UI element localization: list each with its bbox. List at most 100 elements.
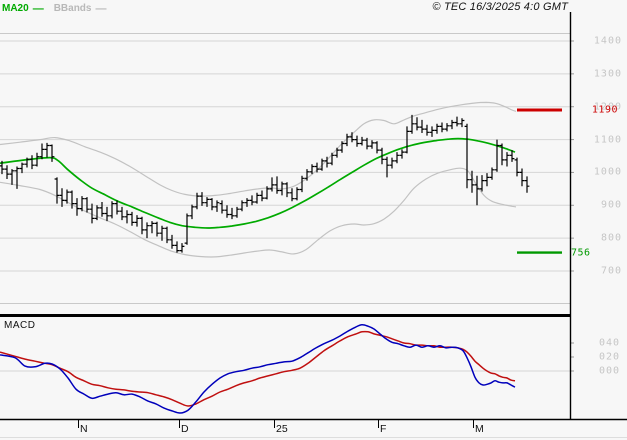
ohlc-bar — [414, 117, 420, 131]
ohlc-bar — [269, 177, 275, 192]
ohlc-bar — [124, 210, 130, 224]
ohlc-bar — [109, 201, 115, 219]
price-axis-label-900: 900 — [600, 199, 622, 211]
ohlc-bar — [484, 173, 490, 187]
ohlc-bar — [349, 132, 355, 143]
support-level-label: 756 — [571, 247, 591, 259]
ohlc-bar — [9, 169, 15, 185]
ohlc-bar — [139, 216, 145, 235]
price-axis-label-700: 700 — [600, 265, 622, 277]
macd-panel-title: MACD — [4, 320, 36, 331]
ohlc-bar — [334, 147, 340, 158]
ohlc-bar — [249, 195, 255, 206]
legend-ma20-label[interactable]: MA20 — [2, 3, 29, 14]
month-label-M: M — [475, 423, 484, 435]
ohlc-bar — [399, 149, 405, 159]
ohlc-bar — [304, 169, 310, 181]
ohlc-bar — [39, 143, 45, 160]
ohlc-bar — [254, 192, 260, 204]
ohlc-bar — [274, 176, 280, 194]
ohlc-bar — [169, 234, 175, 249]
ohlc-bar — [49, 144, 55, 162]
price-axis-label-1400: 1400 — [593, 35, 622, 47]
macd-axis-label-000: 000 — [598, 365, 620, 377]
ohlc-bar — [224, 205, 230, 218]
ohlc-bar — [514, 157, 520, 177]
copyright-timestamp: © TEC 16/3/2025 4:0 GMT — [432, 1, 568, 13]
price-axis-label-800: 800 — [600, 232, 622, 244]
ohlc-bar — [454, 116, 460, 127]
ohlc-bar — [19, 162, 25, 174]
ohlc-bar — [299, 175, 305, 193]
ohlc-bar — [259, 190, 265, 202]
ohlc-bar — [119, 206, 125, 221]
ohlc-bar — [444, 123, 450, 132]
ohlc-bar — [369, 140, 375, 149]
ohlc-bar — [289, 188, 295, 202]
month-label-F: F — [380, 423, 387, 435]
ohlc-bar — [419, 119, 425, 133]
bollinger-upper-band-line — [0, 101, 517, 197]
ohlc-bar — [424, 124, 430, 136]
ohlc-bar — [354, 135, 360, 147]
ohlc-bar — [219, 200, 225, 214]
ohlc-bar — [459, 118, 465, 128]
ohlc-bar — [524, 176, 530, 193]
ohlc-bar — [479, 175, 485, 192]
ohlc-bar — [229, 207, 235, 220]
ohlc-bar — [384, 156, 390, 178]
ohlc-bar — [99, 202, 105, 217]
month-label-25: 25 — [276, 423, 288, 435]
ohlc-bar — [179, 243, 185, 253]
ohlc-bar — [149, 221, 155, 234]
ohlc-bar — [209, 198, 215, 211]
ohlc-bar — [359, 136, 365, 146]
ohlc-bar — [44, 142, 50, 158]
resistance-level-label: 1190 — [591, 104, 618, 116]
ohlc-bar — [389, 157, 395, 169]
ohlc-bar — [29, 155, 35, 170]
stock-chart-window: MA20 — BBands — © TEC 16/3/2025 4:0 GMT … — [0, 0, 627, 440]
macd-axis-label-040: 040 — [598, 337, 620, 349]
ohlc-bar — [464, 123, 470, 189]
ohlc-bar — [339, 141, 345, 153]
ohlc-bar — [504, 152, 510, 167]
ohlc-bar — [239, 200, 245, 212]
price-axis-label-1000: 1000 — [593, 166, 622, 178]
indicator-legend: MA20 — BBands — — [2, 2, 106, 15]
ohlc-bar — [199, 192, 205, 206]
ohlc-bar — [449, 119, 455, 130]
ohlc-bar — [434, 123, 440, 134]
chart-canvas[interactable] — [0, 0, 627, 440]
ohlc-bar — [134, 215, 140, 227]
ohlc-bar — [439, 122, 445, 133]
legend-bbands-swatch: — — [95, 2, 107, 15]
month-label-D: D — [181, 423, 189, 435]
macd-line — [0, 324, 516, 414]
legend-bbands-label[interactable]: BBands — [54, 3, 92, 14]
ohlc-bar — [189, 204, 195, 220]
ohlc-bar — [34, 152, 40, 167]
ohlc-bar — [489, 167, 495, 180]
ohlc-bar — [474, 175, 480, 206]
price-axis-label-1300: 1300 — [593, 68, 622, 80]
ohlc-bar — [329, 152, 335, 166]
ohlc-bar — [214, 200, 220, 212]
ohlc-bar — [54, 177, 60, 204]
ohlc-bar — [164, 226, 170, 244]
ohlc-bar — [319, 158, 325, 171]
ohlc-bar — [394, 152, 400, 164]
ohlc-bar — [104, 206, 110, 222]
ohlc-bar — [174, 241, 180, 253]
ohlc-bar — [294, 187, 300, 201]
ohlc-bar — [429, 126, 435, 137]
month-label-N: N — [80, 423, 88, 435]
ohlc-bar — [374, 141, 380, 154]
candlestick-series — [0, 114, 530, 253]
ohlc-bar — [129, 211, 135, 226]
macd-axis-label-020: 020 — [598, 351, 620, 363]
ohlc-bar — [519, 168, 525, 187]
ohlc-bar — [144, 222, 150, 239]
ohlc-bar — [154, 221, 160, 237]
ohlc-bar — [94, 205, 100, 221]
